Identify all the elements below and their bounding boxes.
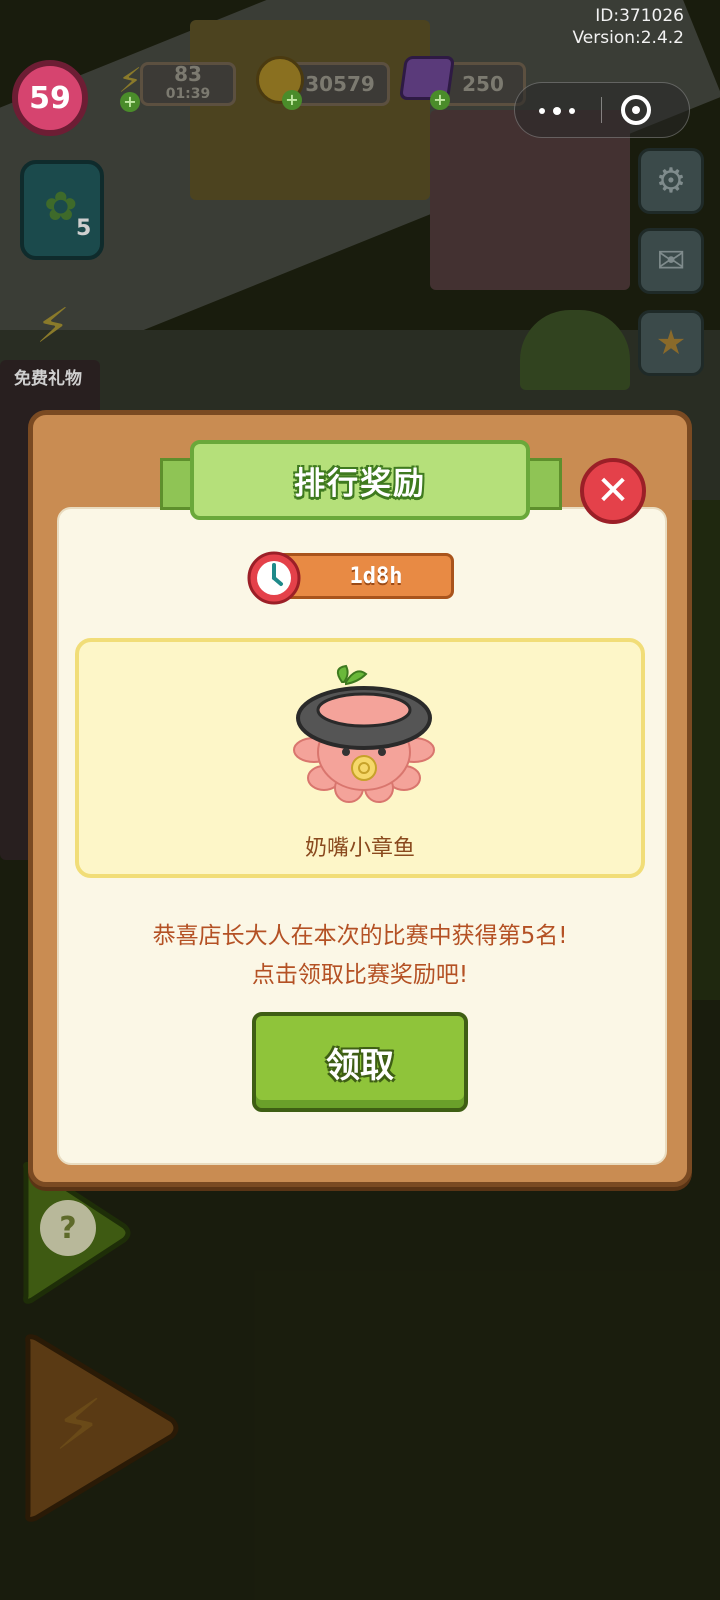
- level-value: 59: [29, 80, 71, 116]
- capsule-divider: [601, 97, 602, 123]
- title-ribbon: 排行奖励: [190, 440, 530, 520]
- claim-button[interactable]: 领取: [252, 1012, 468, 1112]
- free-gift-button[interactable]: ⚡ 免费礼物: [10, 290, 110, 390]
- coin-value: 30579: [305, 72, 375, 96]
- claim-hint-message: 点击领取比赛奖励吧!: [251, 962, 469, 988]
- free-gift-label: 免费礼物: [14, 369, 82, 389]
- clock-icon: [247, 551, 301, 605]
- clover-icon: ✿: [44, 184, 78, 230]
- target-icon[interactable]: [621, 95, 651, 125]
- gift-lightning-icon: ⚡: [36, 298, 70, 354]
- miniapp-capsule: [514, 82, 690, 138]
- octopus-reward-icon: [293, 664, 435, 803]
- player-id: ID:371026: [595, 6, 684, 26]
- congrats-message: 恭喜店长大人在本次的比赛中获得第5名!: [152, 923, 568, 949]
- gear-icon[interactable]: ⚙: [638, 148, 704, 214]
- star-card-count: 5: [76, 216, 92, 241]
- gem-plus-icon[interactable]: +: [430, 90, 450, 110]
- star-badge-icon[interactable]: ★: [638, 310, 704, 376]
- close-icon: ✕: [596, 468, 630, 514]
- countdown-value: 1d8h: [349, 563, 403, 589]
- menu-dots-icon[interactable]: [539, 107, 583, 115]
- close-button[interactable]: ✕: [580, 458, 646, 524]
- modal-title: 排行奖励: [294, 465, 426, 502]
- help-symbol: ?: [59, 1210, 77, 1246]
- level-badge[interactable]: 59: [12, 60, 88, 136]
- mail-icon[interactable]: ✉: [638, 228, 704, 294]
- gem-value: 250: [462, 72, 504, 96]
- help-icon: ?: [40, 1200, 96, 1256]
- energy-timer: 01:39: [165, 86, 211, 102]
- coin-plus-icon[interactable]: +: [282, 90, 302, 110]
- energy-counter[interactable]: 83 01:39: [140, 62, 236, 106]
- reward-item-name: 奶嘴小章鱼: [304, 836, 415, 861]
- energy-plus-icon[interactable]: +: [120, 92, 140, 112]
- claim-button-label: 领取: [326, 1045, 394, 1086]
- coin-counter[interactable]: 30579: [290, 62, 390, 106]
- energy-value: 83: [174, 62, 202, 86]
- star-card-button[interactable]: ✿ 5: [20, 160, 104, 260]
- boost-lightning-icon: ⚡: [54, 1384, 104, 1466]
- version-label: Version:2.4.2: [572, 28, 685, 48]
